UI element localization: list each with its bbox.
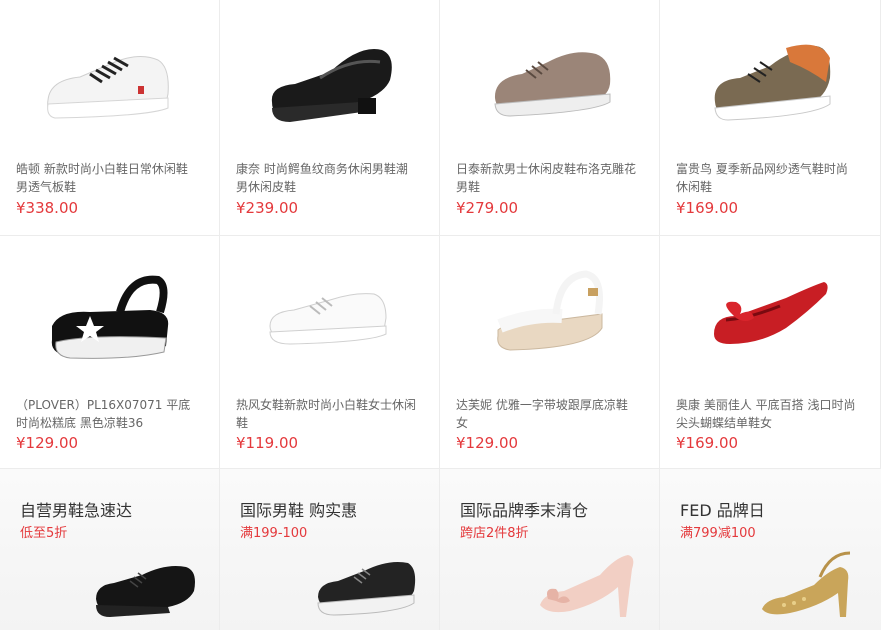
promo-card[interactable]: FED 品牌日 满799减100 — [660, 469, 881, 630]
white-canvas-shoe-icon — [269, 293, 387, 345]
product-grid: 皓顿 新款时尚小白鞋日常休闲鞋男透气板鞋 ¥338.00 康奈 时尚鳄鱼纹商务休… — [0, 0, 881, 630]
promo-title[interactable]: FED 品牌日 — [680, 497, 765, 521]
pink-heel-icon — [540, 555, 634, 617]
product-price: ¥169.00 — [676, 434, 739, 452]
gold-heel-icon — [762, 551, 851, 617]
mesh-casual-shoe-icon — [714, 44, 831, 121]
product-title[interactable]: 康奈 时尚鳄鱼纹商务休闲男鞋潮男休闲皮鞋 — [236, 160, 416, 196]
promo-title[interactable]: 自营男鞋急速达 — [20, 497, 132, 521]
product-title[interactable]: 富贵鸟 夏季新品网纱透气鞋时尚休闲鞋 — [676, 160, 856, 196]
red-bow-flat-icon — [714, 282, 828, 344]
brogue-shoe-icon — [494, 52, 611, 117]
product-title[interactable]: 热风女鞋新款时尚小白鞋女士休闲鞋 — [236, 396, 416, 432]
product-row-1: 皓顿 新款时尚小白鞋日常休闲鞋男透气板鞋 ¥338.00 康奈 时尚鳄鱼纹商务休… — [0, 0, 881, 236]
product-card[interactable]: 康奈 时尚鳄鱼纹商务休闲男鞋潮男休闲皮鞋 ¥239.00 — [220, 0, 440, 235]
product-title[interactable]: 皓顿 新款时尚小白鞋日常休闲鞋男透气板鞋 — [16, 160, 196, 196]
product-price: ¥239.00 — [236, 199, 299, 217]
product-title[interactable]: （PLOVER）PL16X07071 平底时尚松糕底 黑色凉鞋36 — [16, 396, 196, 432]
product-price: ¥279.00 — [456, 199, 519, 217]
product-price: ¥338.00 — [16, 199, 79, 217]
product-title[interactable]: 日泰新款男士休闲皮鞋布洛克雕花男鞋 — [456, 160, 636, 196]
promo-title[interactable]: 国际男鞋 购实惠 — [240, 497, 357, 521]
promo-subtitle: 跨店2件8折 — [460, 526, 529, 541]
product-card[interactable]: 达芙妮 优雅一字带坡跟厚底凉鞋女 ¥129.00 — [440, 236, 660, 468]
product-row-2: （PLOVER）PL16X07071 平底时尚松糕底 黑色凉鞋36 ¥129.0… — [0, 236, 881, 469]
product-card[interactable]: 热风女鞋新款时尚小白鞋女士休闲鞋 ¥119.00 — [220, 236, 440, 468]
white-sneaker-icon — [47, 56, 169, 119]
black-dress-shoe-icon — [96, 566, 195, 617]
promo-subtitle: 满799减100 — [680, 526, 756, 541]
product-card[interactable]: 皓顿 新款时尚小白鞋日常休闲鞋男透气板鞋 ¥338.00 — [0, 0, 220, 235]
platform-sandal-icon — [51, 275, 169, 359]
product-card[interactable]: （PLOVER）PL16X07071 平底时尚松糕底 黑色凉鞋36 ¥129.0… — [0, 236, 220, 468]
product-price: ¥129.00 — [16, 434, 79, 452]
product-card[interactable]: 日泰新款男士休闲皮鞋布洛克雕花男鞋 ¥279.00 — [440, 0, 660, 235]
promo-subtitle: 低至5折 — [20, 526, 68, 541]
product-card[interactable]: 富贵鸟 夏季新品网纱透气鞋时尚休闲鞋 ¥169.00 — [660, 0, 881, 235]
product-price: ¥169.00 — [676, 199, 739, 217]
product-price: ¥119.00 — [236, 434, 299, 452]
promo-row: 自营男鞋急速达 低至5折 国际男鞋 购实惠 满199-100 国际品牌季末清仓 … — [0, 469, 881, 630]
product-card[interactable]: 奥康 美丽佳人 平底百搭 浅口时尚尖头蝴蝶结单鞋女 ¥169.00 — [660, 236, 881, 468]
wedge-sandal-icon — [497, 270, 603, 351]
promo-card[interactable]: 自营男鞋急速达 低至5折 — [0, 469, 220, 630]
promo-subtitle: 满199-100 — [240, 526, 308, 541]
promo-card[interactable]: 国际品牌季末清仓 跨店2件8折 — [440, 469, 660, 630]
black-loafer-icon — [271, 48, 392, 122]
product-title[interactable]: 奥康 美丽佳人 平底百搭 浅口时尚尖头蝴蝶结单鞋女 — [676, 396, 856, 432]
black-sneaker-icon — [317, 562, 416, 616]
product-price: ¥129.00 — [456, 434, 519, 452]
product-title[interactable]: 达芙妮 优雅一字带坡跟厚底凉鞋女 — [456, 396, 636, 432]
promo-title[interactable]: 国际品牌季末清仓 — [460, 497, 588, 521]
promo-card[interactable]: 国际男鞋 购实惠 满199-100 — [220, 469, 440, 630]
